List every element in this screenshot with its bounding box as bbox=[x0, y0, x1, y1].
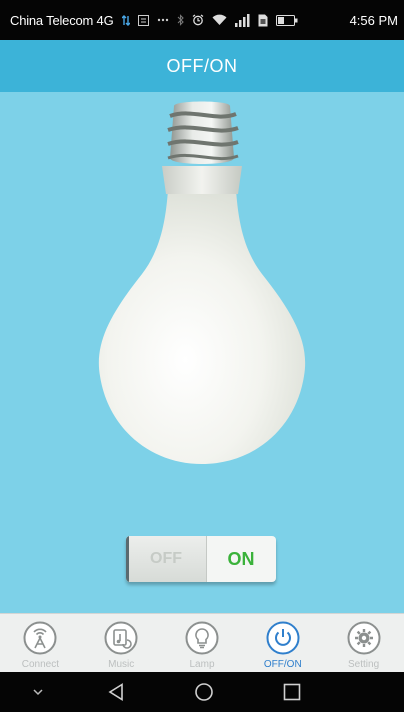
title-bar: OFF/ON bbox=[0, 40, 404, 92]
alarm-icon bbox=[192, 14, 204, 26]
clock: 4:56 PM bbox=[349, 12, 398, 28]
nav-home-button[interactable] bbox=[188, 672, 220, 712]
nav-recents-button[interactable] bbox=[276, 672, 308, 712]
page-title: OFF/ON bbox=[166, 55, 238, 76]
antenna-icon bbox=[23, 621, 57, 655]
back-icon bbox=[108, 683, 123, 701]
bluetooth-icon bbox=[177, 14, 184, 26]
tab-music-label: Music bbox=[108, 659, 135, 670]
data-transfer-icon bbox=[121, 14, 130, 26]
gear-icon bbox=[347, 621, 381, 655]
sim-icon bbox=[258, 14, 268, 27]
tab-lamp[interactable]: Lamp bbox=[162, 614, 243, 673]
switch-knob[interactable]: OFF bbox=[126, 536, 207, 582]
music-icon bbox=[104, 621, 138, 655]
light-bulb-image bbox=[98, 101, 306, 464]
carrier-name: China Telecom 4G bbox=[10, 12, 114, 28]
notification-icon bbox=[137, 14, 149, 26]
tab-connect-label: Connect bbox=[21, 659, 60, 670]
bottom-tab-bar: Connect Music Lamp OFF/ON Setting bbox=[0, 613, 404, 673]
recents-icon bbox=[283, 683, 301, 701]
tab-setting[interactable]: Setting bbox=[323, 614, 404, 673]
tab-off-on-label: OFF/ON bbox=[263, 659, 302, 670]
power-toggle-switch[interactable]: OFF ON bbox=[126, 536, 276, 582]
wifi-icon bbox=[212, 14, 227, 26]
tab-off-on[interactable]: OFF/ON bbox=[242, 614, 323, 673]
switch-off-label: OFF bbox=[150, 550, 182, 567]
main-content: OFF ON bbox=[0, 92, 404, 613]
nav-back-button[interactable] bbox=[100, 672, 132, 712]
more-notifications-icon bbox=[157, 18, 169, 22]
signal-icon bbox=[234, 13, 250, 27]
system-nav-bar bbox=[0, 672, 404, 712]
phone-screen: China Telecom 4G 4:56 PM OFF/ON OFF ON C… bbox=[0, 0, 404, 712]
battery-icon bbox=[275, 14, 298, 26]
status-bar: China Telecom 4G 4:56 PM bbox=[0, 0, 404, 40]
home-icon bbox=[195, 683, 213, 701]
tab-setting-label: Setting bbox=[348, 659, 380, 670]
tab-music[interactable]: Music bbox=[81, 614, 162, 673]
nav-hide-button[interactable] bbox=[26, 672, 50, 712]
switch-on-label: ON bbox=[227, 548, 255, 569]
power-icon bbox=[266, 621, 300, 655]
tab-lamp-label: Lamp bbox=[189, 659, 215, 670]
chevron-down-icon bbox=[33, 689, 43, 696]
status-icons bbox=[121, 13, 350, 27]
tab-connect[interactable]: Connect bbox=[0, 614, 81, 673]
bulb-icon bbox=[185, 621, 219, 655]
